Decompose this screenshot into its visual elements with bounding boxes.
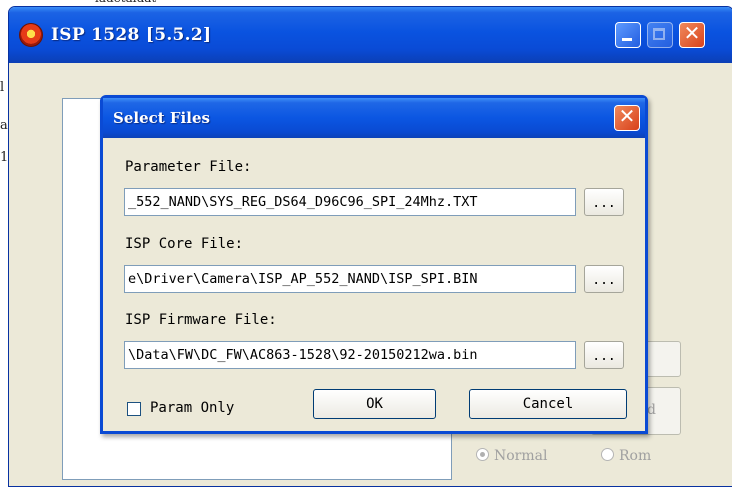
background-text: ladetaldat xyxy=(95,0,156,5)
isp-firmware-file-input[interactable]: \Data\FW\DC_FW\AC863-1528\92-20150212wa.… xyxy=(124,341,576,369)
radio-rom-indicator xyxy=(601,448,614,461)
background-fragment: l xyxy=(0,80,5,95)
isp-firmware-file-label: ISP Firmware File: xyxy=(125,312,277,328)
param-only-label[interactable]: Param Only xyxy=(150,400,234,416)
isp-core-browse-button[interactable]: ... xyxy=(584,265,624,293)
isp-core-file-input[interactable]: e\Driver\Camera\ISP_AP_552_NAND\ISP_SPI.… xyxy=(124,265,576,293)
close-button[interactable]: ✕ xyxy=(679,21,705,48)
background-fragment: a xyxy=(0,118,8,133)
parameter-browse-button[interactable]: ... xyxy=(584,188,624,216)
main-window-title: ISP 1528 [5.5.2] xyxy=(51,25,212,45)
parameter-file-input[interactable]: _552_NAND\SYS_REG_DS64_D96C96_SPI_24Mhz.… xyxy=(124,188,576,216)
radio-normal[interactable]: Normal xyxy=(476,448,547,464)
radio-normal-label: Normal xyxy=(494,448,548,464)
radio-rom-label: Rom xyxy=(619,448,652,464)
main-titlebar[interactable]: ISP 1528 [5.5.2] ✕ xyxy=(9,7,732,63)
select-files-dialog: Select Files ✕ Parameter File: _552_NAND… xyxy=(100,95,648,434)
close-icon: ✕ xyxy=(618,104,636,128)
maximize-button[interactable] xyxy=(647,22,673,48)
isp-firmware-browse-button[interactable]: ... xyxy=(584,341,624,369)
minimize-button[interactable] xyxy=(615,22,641,48)
dialog-title: Select Files xyxy=(113,109,210,127)
parameter-file-label: Parameter File: xyxy=(125,159,252,175)
dialog-close-button[interactable]: ✕ xyxy=(614,104,640,131)
radio-rom[interactable]: Rom xyxy=(601,448,651,464)
radio-normal-indicator xyxy=(476,448,489,461)
dialog-titlebar[interactable]: Select Files ✕ xyxy=(103,98,645,138)
isp-core-file-label: ISP Core File: xyxy=(125,236,244,252)
param-only-checkbox[interactable] xyxy=(127,402,141,416)
ok-button[interactable]: OK xyxy=(313,389,436,419)
close-icon: ✕ xyxy=(683,21,701,45)
app-icon xyxy=(19,23,43,47)
cancel-button[interactable]: Cancel xyxy=(469,389,627,419)
